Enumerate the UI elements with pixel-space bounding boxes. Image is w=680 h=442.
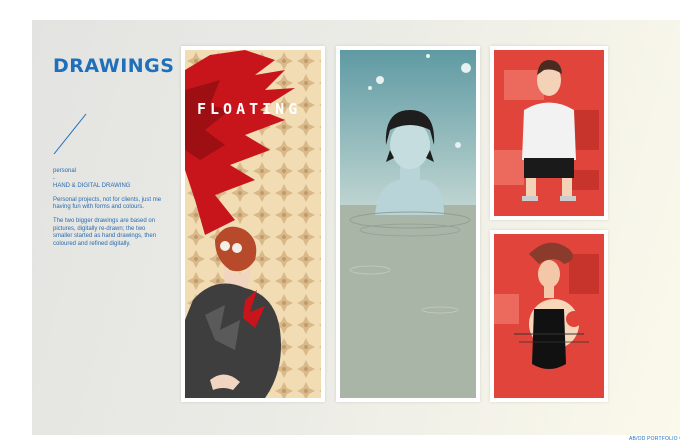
- artwork-floating-frame: FLOATING: [181, 46, 325, 402]
- project-type: HAND & DIGITAL DRAWING: [53, 183, 131, 190]
- project-category: personal: [53, 168, 77, 174]
- page-footer: AB/OD PORTFOLIO 6-11: [629, 436, 680, 442]
- project-info: personal - HAND & DIGITAL DRAWING Person…: [53, 168, 165, 248]
- footer-label: AB/OD PORTFOLIO: [629, 436, 678, 442]
- page-title: DRAWINGS: [53, 55, 175, 77]
- swimmer-illustration: [340, 50, 476, 398]
- artwork-swimmer: [340, 50, 476, 398]
- artwork-man: [494, 50, 604, 216]
- artwork-man-frame: [490, 46, 608, 220]
- artwork-woman-frame: [490, 230, 608, 402]
- project-description-1: Personal projects, not for clients, just…: [53, 196, 162, 211]
- artwork-floating: FLOATING: [185, 50, 321, 398]
- decorative-slash: [53, 113, 87, 155]
- artwork-woman: [494, 234, 604, 398]
- floating-caption: FLOATING: [197, 100, 302, 118]
- meta-separator: -: [53, 175, 55, 182]
- woman-illustration: [494, 234, 604, 398]
- man-illustration: [494, 50, 604, 216]
- project-description-2: The two bigger drawings are based on pic…: [53, 217, 157, 247]
- portfolio-page: DRAWINGS personal - HAND & DIGITAL DRAWI…: [32, 20, 680, 442]
- artwork-swimmer-frame: [336, 46, 480, 402]
